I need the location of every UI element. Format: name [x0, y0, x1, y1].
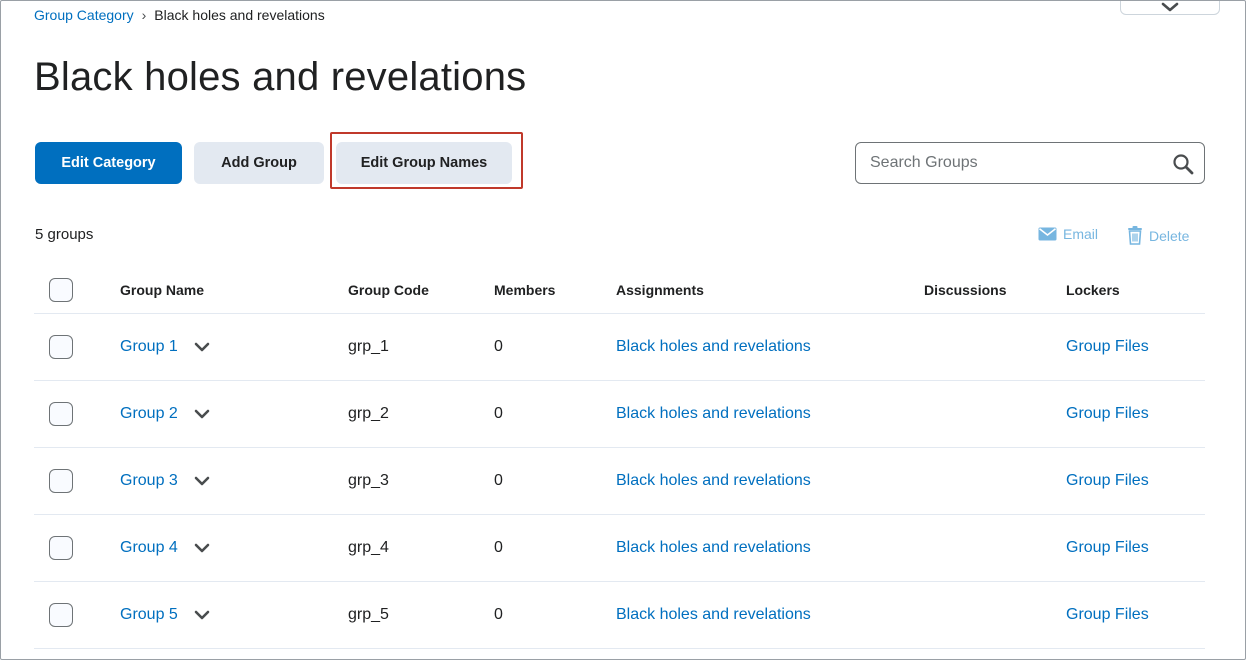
assignment-cell: Black holes and revelations — [616, 448, 811, 514]
page-title: Black holes and revelations — [34, 55, 527, 99]
assignment-link[interactable]: Black holes and revelations — [616, 472, 811, 490]
delete-label: Delete — [1149, 227, 1190, 244]
group-files-link[interactable]: Group Files — [1066, 472, 1149, 490]
breadcrumb-separator: › — [141, 7, 147, 23]
edit-category-button[interactable]: Edit Category — [35, 142, 182, 184]
assignment-link[interactable]: Black holes and revelations — [616, 405, 811, 423]
locker-cell: Group Files — [1066, 515, 1149, 581]
assignment-cell: Black holes and revelations — [616, 582, 811, 648]
search-box — [855, 142, 1205, 184]
group-files-link[interactable]: Group Files — [1066, 338, 1149, 356]
add-group-button[interactable]: Add Group — [194, 142, 324, 184]
members-count: 0 — [494, 539, 503, 556]
group-files-link[interactable]: Group Files — [1066, 405, 1149, 423]
group-code: grp_1 — [348, 338, 389, 355]
group-files-link[interactable]: Group Files — [1066, 539, 1149, 557]
locker-cell: Group Files — [1066, 314, 1149, 380]
header-group-code[interactable]: Group Code — [348, 267, 429, 313]
email-label: Email — [1063, 226, 1099, 242]
row-select-cell — [49, 515, 73, 581]
page-frame: Group Category › Black holes and revelat… — [0, 0, 1246, 660]
table-row: Group 3 grp_3 0 Black holes and revelati… — [34, 448, 1205, 515]
header-members[interactable]: Members — [494, 267, 555, 313]
row-select-cell — [49, 582, 73, 648]
table-row: Group 5 grp_5 0 Black holes and revelati… — [34, 582, 1205, 649]
locker-cell: Group Files — [1066, 381, 1149, 447]
table-row: Group 1 grp_1 0 Black holes and revelati… — [34, 314, 1205, 381]
groups-table: Group Name Group Code Members Assignment… — [34, 267, 1205, 649]
assignment-link[interactable]: Black holes and revelations — [616, 539, 811, 557]
chevron-down-icon[interactable] — [194, 476, 210, 486]
chevron-down-icon[interactable] — [194, 342, 210, 352]
breadcrumb: Group Category › Black holes and revelat… — [34, 7, 325, 23]
assignment-cell: Black holes and revelations — [616, 314, 811, 380]
search-input[interactable] — [856, 154, 1156, 172]
header-lockers: Lockers — [1066, 282, 1120, 298]
group-name-cell: Group 4 — [120, 515, 210, 581]
assignment-link[interactable]: Black holes and revelations — [616, 338, 811, 356]
select-all-checkbox[interactable] — [49, 278, 73, 302]
email-action[interactable]: Email — [1038, 226, 1098, 242]
group-code: grp_2 — [348, 405, 389, 422]
members-count: 0 — [494, 338, 503, 355]
group-name-link[interactable]: Group 3 — [120, 472, 178, 490]
table-row: Group 2 grp_2 0 Black holes and revelati… — [34, 381, 1205, 448]
members-count: 0 — [494, 606, 503, 623]
chevron-down-icon — [1161, 2, 1179, 12]
table-header-row: Group Name Group Code Members Assignment… — [34, 267, 1205, 314]
header-group-name[interactable]: Group Name — [120, 267, 204, 313]
row-checkbox[interactable] — [49, 469, 73, 493]
search-icon[interactable] — [1172, 153, 1194, 175]
group-name-cell: Group 2 — [120, 381, 210, 447]
assignment-link[interactable]: Black holes and revelations — [616, 606, 811, 624]
row-checkbox[interactable] — [49, 536, 73, 560]
chevron-down-icon[interactable] — [194, 543, 210, 553]
breadcrumb-current: Black holes and revelations — [154, 7, 325, 23]
group-name-cell: Group 5 — [120, 582, 210, 648]
group-name-link[interactable]: Group 5 — [120, 606, 178, 624]
group-name-link[interactable]: Group 4 — [120, 539, 178, 557]
delete-action[interactable]: Delete — [1127, 226, 1189, 245]
row-checkbox[interactable] — [49, 335, 73, 359]
table-row: Group 4 grp_4 0 Black holes and revelati… — [34, 515, 1205, 582]
row-select-cell — [49, 314, 73, 380]
members-count: 0 — [494, 405, 503, 422]
group-name-cell: Group 1 — [120, 314, 210, 380]
chevron-down-icon[interactable] — [194, 409, 210, 419]
group-code: grp_5 — [348, 606, 389, 623]
assignment-cell: Black holes and revelations — [616, 515, 811, 581]
group-code: grp_3 — [348, 472, 389, 489]
envelope-icon — [1038, 227, 1057, 241]
assignment-cell: Black holes and revelations — [616, 381, 811, 447]
locker-cell: Group Files — [1066, 448, 1149, 514]
edit-group-names-button[interactable]: Edit Group Names — [336, 142, 512, 184]
members-count: 0 — [494, 472, 503, 489]
group-name-link[interactable]: Group 1 — [120, 338, 178, 356]
row-checkbox[interactable] — [49, 603, 73, 627]
trash-icon — [1128, 226, 1142, 245]
group-name-link[interactable]: Group 2 — [120, 405, 178, 423]
context-menu-button[interactable] — [1120, 1, 1220, 15]
chevron-down-icon[interactable] — [194, 610, 210, 620]
select-all-cell — [49, 267, 73, 313]
group-count: 5 groups — [35, 226, 94, 243]
row-checkbox[interactable] — [49, 402, 73, 426]
row-select-cell — [49, 381, 73, 447]
group-files-link[interactable]: Group Files — [1066, 606, 1149, 624]
header-discussions: Discussions — [924, 282, 1007, 298]
breadcrumb-link-group-category[interactable]: Group Category — [34, 7, 134, 23]
group-name-cell: Group 3 — [120, 448, 210, 514]
group-code: grp_4 — [348, 539, 389, 556]
header-assignments: Assignments — [616, 282, 704, 298]
row-select-cell — [49, 448, 73, 514]
locker-cell: Group Files — [1066, 582, 1149, 648]
